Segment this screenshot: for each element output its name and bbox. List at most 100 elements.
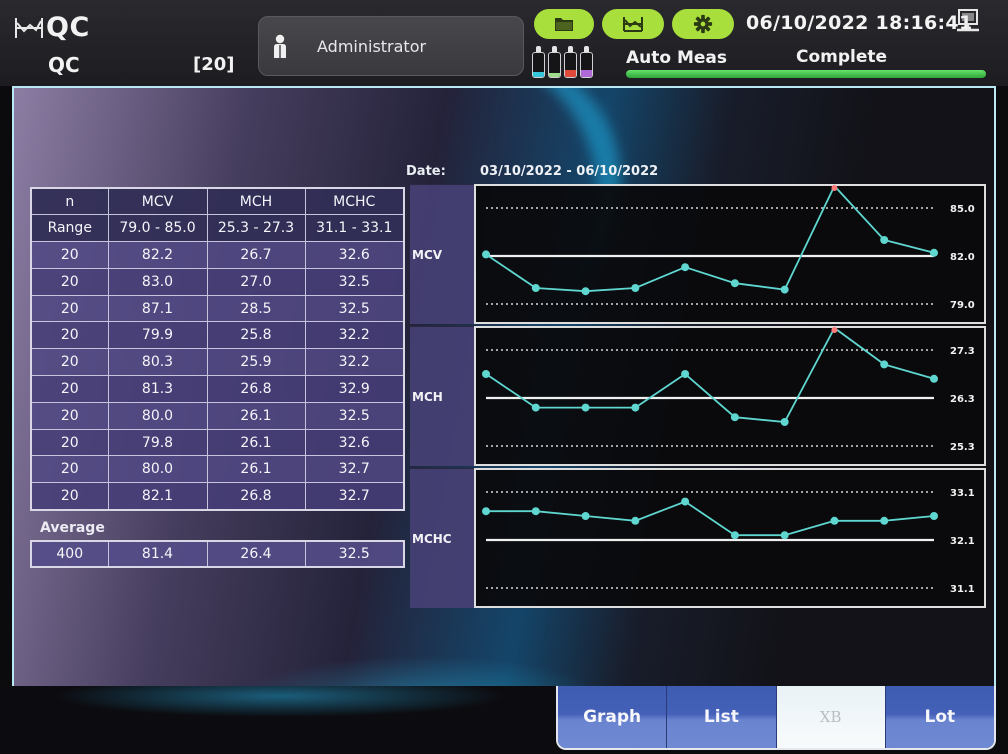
table-row: 20 81.3 26.8 32.9 — [30, 375, 405, 403]
chart-label-column: MCV — [410, 184, 474, 324]
cell-n: 20 — [30, 375, 109, 403]
series-line — [486, 500, 935, 537]
folder-icon — [555, 18, 573, 31]
measurement-progress-fill — [626, 70, 986, 78]
y-tick-label: 79.0 — [950, 300, 975, 311]
cell-mchc: 32.2 — [304, 321, 405, 350]
y-tick-label: 25.3 — [950, 442, 975, 453]
table-row: 20 80.3 25.9 32.2 — [30, 348, 405, 377]
range-mchc: 31.1 - 33.1 — [304, 214, 405, 243]
cell-mchc: 32.7 — [304, 482, 405, 511]
data-point — [581, 403, 590, 412]
chart-label-column: MCH — [410, 326, 474, 466]
data-point — [581, 512, 590, 520]
screen-title: QC — [14, 12, 90, 43]
column-header-mchc: MCHC — [304, 187, 405, 216]
qc-chart-button[interactable] — [602, 9, 664, 39]
user-panel[interactable]: Administrator — [258, 16, 524, 76]
table-row: 20 79.9 25.8 32.2 — [30, 321, 405, 350]
screen-title-text: QC — [46, 12, 90, 43]
data-point — [531, 284, 540, 292]
cell-mcv: 87.1 — [107, 294, 208, 323]
qc-main-panel: Date: 03/10/2022 - 06/10/2022 n MCV MCH … — [12, 86, 996, 686]
average-label: Average — [40, 520, 105, 536]
cell-mchc: 32.6 — [304, 241, 405, 269]
cell-mchc: 32.2 — [304, 348, 405, 377]
mchc-chart-svg: 33.1 32.1 31.1 — [482, 488, 975, 595]
range-label: Range — [30, 214, 109, 243]
tab-xb[interactable]: XB — [776, 686, 886, 748]
cell-mcv: 83.0 — [107, 267, 208, 296]
data-point — [780, 418, 789, 426]
cell-n: 20 — [30, 267, 109, 296]
reagent-fill — [549, 72, 560, 77]
table-row: 20 82.2 26.7 32.6 — [30, 241, 405, 269]
tab-lot[interactable]: Lot — [885, 686, 994, 748]
cell-mch: 26.8 — [206, 375, 306, 403]
reagent-bottle-icon — [580, 46, 593, 78]
cell-mcv: 79.8 — [107, 428, 208, 457]
out-of-range-point — [831, 327, 838, 333]
reagent-fill — [533, 72, 544, 77]
data-point — [930, 374, 938, 383]
y-tick-label: 31.1 — [950, 584, 975, 595]
tab-graph[interactable]: Graph — [558, 686, 668, 748]
reagent-bottle-icon — [548, 46, 561, 78]
average-table: 400 81.4 26.4 32.5 — [30, 540, 405, 568]
average-n: 400 — [30, 540, 109, 568]
mchc-chart: MCHC 33.1 32.1 31.1 — [410, 468, 988, 608]
reagent-bottle-icon — [532, 46, 545, 78]
data-point — [631, 403, 640, 412]
y-tick-label: 32.1 — [950, 536, 975, 547]
settings-button[interactable] — [672, 9, 734, 39]
date-time: 06/10/2022 18:16:41 — [746, 12, 973, 34]
cell-mch: 27.0 — [206, 267, 306, 296]
average-row: 400 81.4 26.4 32.5 — [30, 540, 405, 568]
mcv-chart-svg: 85.0 82.0 79.0 — [482, 184, 975, 311]
series-line — [485, 326, 935, 423]
y-tick-label: 33.1 — [950, 488, 975, 499]
range-row: Range 79.0 - 85.0 25.3 - 27.3 31.1 - 33.… — [30, 214, 405, 243]
cell-mchc: 32.5 — [304, 294, 405, 323]
average-mchc: 32.5 — [304, 540, 405, 568]
data-point — [681, 370, 690, 378]
gear-icon — [693, 14, 713, 34]
data-point — [482, 250, 490, 259]
data-point — [730, 531, 739, 540]
data-point — [730, 413, 739, 422]
data-point — [730, 279, 739, 288]
cell-mch: 28.5 — [206, 294, 306, 323]
data-point — [880, 236, 889, 244]
cell-n: 20 — [30, 321, 109, 350]
chart-label-mchc: MCHC — [412, 531, 452, 546]
date-range: 03/10/2022 - 06/10/2022 — [480, 164, 659, 179]
column-header-mcv: MCV — [107, 187, 208, 216]
out-of-range-point — [831, 185, 838, 191]
cell-mch: 26.7 — [206, 241, 306, 269]
range-mch: 25.3 - 27.3 — [206, 214, 306, 243]
table-row: 20 79.8 26.1 32.6 — [30, 428, 405, 457]
tab-list[interactable]: List — [667, 686, 777, 748]
qc-results-table: n MCV MCH MCHC Range 79.0 - 85.0 25.3 - … — [30, 187, 405, 511]
data-point — [581, 287, 590, 296]
screen-subtitle: QC — [48, 53, 80, 77]
folder-button[interactable] — [534, 9, 594, 39]
cell-mch: 26.1 — [206, 428, 306, 457]
data-point — [681, 263, 690, 272]
network-computer-icon[interactable] — [954, 8, 982, 36]
top-bar: QC QC [20] Administrator 06/10/2022 18:1… — [0, 0, 1008, 86]
data-point — [880, 516, 889, 525]
cell-mcv: 79.9 — [107, 321, 208, 350]
cell-n: 20 — [30, 294, 109, 323]
cell-mch: 26.1 — [206, 401, 306, 430]
column-header-n: n — [30, 187, 109, 216]
y-tick-label: 85.0 — [950, 204, 975, 215]
cell-mch: 25.9 — [206, 348, 306, 377]
mch-chart: MCH 27.3 26.3 25.3 — [410, 326, 988, 466]
cell-n: 20 — [30, 348, 109, 377]
chart-plot-area: 27.3 26.3 25.3 — [474, 326, 986, 466]
cell-mch: 25.8 — [206, 321, 306, 350]
cell-n: 20 — [30, 455, 109, 484]
cell-mcv: 80.0 — [107, 455, 208, 484]
mch-chart-svg: 27.3 26.3 25.3 — [482, 326, 975, 453]
